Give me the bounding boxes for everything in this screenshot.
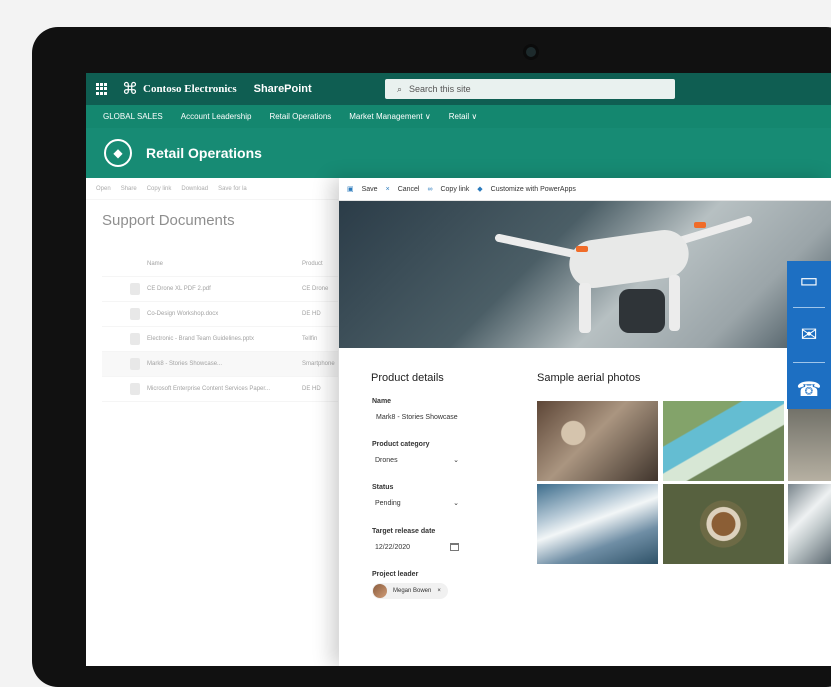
product-column-header[interactable]: Product — [302, 261, 323, 267]
nav-item-account-leadership[interactable]: Account Leadership — [181, 112, 252, 121]
drone-leg — [579, 283, 591, 333]
search-input[interactable]: ⌕ Search this site — [385, 79, 675, 99]
project-leader-pill[interactable]: Megan Bowen × — [372, 583, 448, 599]
status-label: Status — [372, 484, 394, 491]
phone-icon[interactable]: ☎ — [796, 376, 822, 402]
product-details-panel: ▣ Save × Cancel ∞ Copy link ◆ Customize with… — [339, 178, 831, 666]
save-for-later-button[interactable]: Save for la — [218, 186, 247, 192]
remove-person-icon[interactable]: × — [437, 588, 441, 594]
nav-item-retail[interactable]: Retail ∨ — [449, 112, 478, 121]
toolbar-divider — [793, 361, 825, 363]
aerial-photo[interactable] — [537, 484, 658, 564]
site-header: ◆ Retail Operations — [86, 128, 831, 178]
link-icon: ∞ — [427, 185, 433, 193]
nav-item-market-management[interactable]: Market Management ∨ — [349, 112, 430, 121]
library-command-bar: Open Share Copy link Download Save for l… — [86, 178, 338, 200]
drone-leg — [669, 275, 680, 331]
powerpoint-file-icon — [130, 333, 140, 345]
list-item[interactable]: CE Drone XL PDF 2.pdf CE Drone — [102, 277, 338, 302]
brand-name: Contoso Electronics — [143, 83, 237, 95]
cancel-icon: × — [385, 185, 390, 193]
panel-command-bar: ▣ Save × Cancel ∞ Copy link ◆ Customize with… — [339, 178, 831, 201]
name-field[interactable]: Mark8 - Stories Showcase — [376, 414, 458, 421]
selected-file-icon — [130, 358, 140, 370]
aerial-photo[interactable] — [663, 484, 784, 564]
nav-item-global-sales[interactable]: GLOBAL SALES — [103, 112, 163, 121]
avatar — [373, 584, 387, 598]
document-library: Open Share Copy link Download Save for l… — [86, 178, 338, 666]
contact-toolbar: ▭ ✉ ☎ — [787, 261, 831, 409]
sample-aerial-photos-title: Sample aerial photos — [537, 372, 641, 384]
document-list: Name Product CE Drone XL PDF 2.pdf CE Dron… — [102, 252, 338, 402]
project-leader-label: Project leader — [372, 571, 419, 578]
powerapps-icon: ◆ — [477, 186, 483, 193]
chat-icon[interactable]: ▭ — [796, 268, 822, 294]
chevron-down-icon: ⌄ — [453, 457, 459, 464]
target-release-date-label: Target release date — [372, 528, 436, 535]
app-launcher-icon[interactable] — [96, 83, 108, 95]
product-category-label: Product category — [372, 441, 430, 448]
library-title: Support Documents — [102, 212, 235, 229]
target-release-date-picker[interactable]: 12/22/2020 — [372, 538, 462, 556]
file-icon — [130, 383, 140, 395]
site-logo-icon: ◆ — [104, 139, 132, 167]
selected-list-item[interactable]: Mark8 - Stories Showcase... Smartphone — [102, 352, 338, 377]
search-icon: ⌕ — [397, 83, 403, 94]
drone-hero-image — [339, 201, 831, 348]
list-header: Name Product — [102, 252, 338, 277]
word-file-icon — [130, 308, 140, 320]
customize-powerapps-button[interactable]: Customize with PowerApps — [491, 186, 576, 193]
aerial-photo[interactable] — [788, 401, 831, 481]
list-item[interactable]: Microsoft Enterprise Content Services Pa… — [102, 377, 338, 402]
site-navigation: GLOBAL SALES Account Leadership Retail O… — [86, 105, 831, 128]
product-category-select[interactable]: Drones ⌄ — [372, 451, 462, 469]
open-button[interactable]: Open — [96, 186, 111, 192]
aerial-photo[interactable] — [537, 401, 658, 481]
camera-icon — [523, 44, 539, 60]
suite-bar: ⌘ Contoso Electronics SharePoint ⌕ Search… — [86, 73, 831, 105]
toolbar-divider — [793, 307, 825, 309]
drone-light — [694, 222, 706, 228]
site-title[interactable]: Retail Operations — [146, 145, 262, 161]
cancel-button[interactable]: Cancel — [398, 186, 420, 193]
copy-link-button[interactable]: Copy link — [440, 186, 469, 193]
status-select[interactable]: Pending ⌄ — [372, 494, 462, 512]
download-button[interactable]: Download — [181, 186, 208, 192]
contoso-logo-icon: ⌘ — [122, 81, 138, 98]
list-item[interactable]: Co-Design Workshop.docx DE HD — [102, 302, 338, 327]
calendar-icon — [450, 543, 459, 551]
share-button[interactable]: Share — [121, 186, 137, 192]
name-label: Name — [372, 398, 392, 405]
pdf-file-icon — [130, 283, 140, 295]
name-column-header[interactable]: Name — [147, 261, 302, 267]
copy-link-button[interactable]: Copy link — [147, 186, 172, 192]
sharepoint-screen: ⌘ Contoso Electronics SharePoint ⌕ Search… — [86, 73, 831, 666]
save-icon: ▣ — [347, 186, 354, 193]
aerial-photo[interactable] — [788, 484, 831, 564]
product-details-title: Product details — [371, 372, 444, 384]
nav-item-retail-operations[interactable]: Retail Operations — [269, 112, 331, 121]
drone-light — [576, 246, 588, 252]
aerial-photo[interactable] — [663, 401, 784, 481]
list-item[interactable]: Electronic - Brand Team Guidelines.pptx T… — [102, 327, 338, 352]
app-name[interactable]: SharePoint — [254, 83, 312, 95]
save-button[interactable]: Save — [362, 186, 378, 193]
drone-camera — [619, 289, 665, 333]
chevron-down-icon: ⌄ — [453, 500, 459, 507]
mail-icon[interactable]: ✉ — [796, 322, 822, 348]
